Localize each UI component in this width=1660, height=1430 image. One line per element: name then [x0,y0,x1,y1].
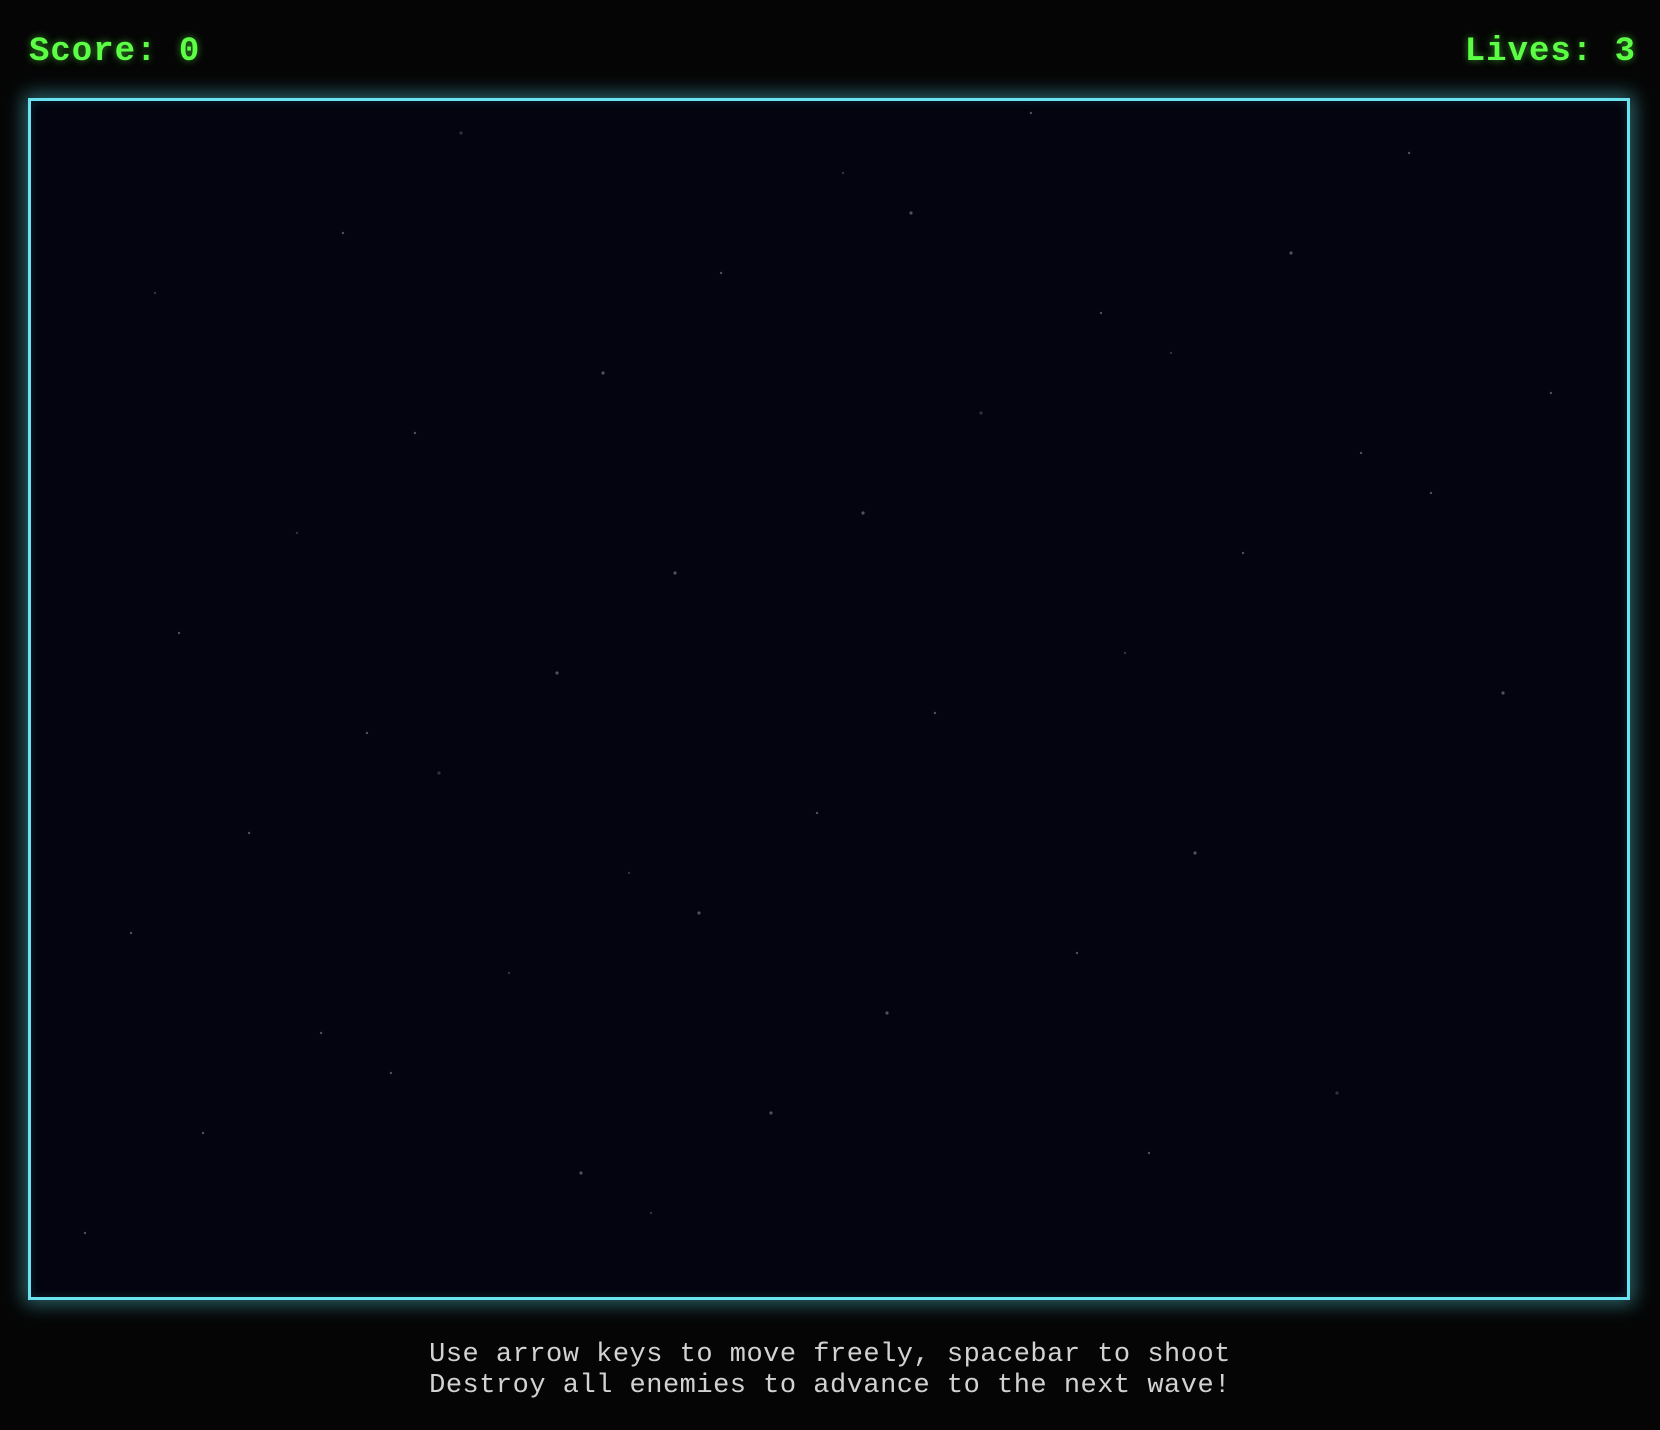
star [579,1171,583,1175]
star [1501,691,1505,695]
star [555,671,559,675]
starfield [83,111,1553,1235]
star [1029,111,1033,115]
star [129,931,133,935]
star [1193,851,1197,855]
star [1289,251,1293,255]
star [365,731,369,735]
star [1075,951,1079,955]
star [979,411,983,415]
star [697,911,701,915]
instructions: Use arrow keys to move freely, spacebar … [0,1340,1660,1402]
star [1169,351,1173,355]
star [1359,451,1363,455]
star [909,211,913,215]
star [1099,311,1103,315]
star [815,811,819,815]
instruction-line-goal: Destroy all enemies to advance to the ne… [429,1371,1231,1401]
star [1407,151,1411,155]
star [389,1071,393,1075]
star [1241,551,1245,555]
star [295,531,299,535]
star [153,291,157,295]
star [83,1231,87,1235]
star [601,371,605,375]
star [507,971,511,975]
star [885,1011,889,1015]
star [1429,491,1433,495]
star [177,631,181,635]
hud-bar: Score: 0 Lives: 3 [0,0,1660,100]
star [1123,651,1127,655]
star [1147,1151,1151,1155]
star [769,1111,773,1115]
instruction-line-controls: Use arrow keys to move freely, spacebar … [429,1340,1231,1370]
star [719,271,723,275]
star [319,1031,323,1035]
star [413,431,417,435]
star [673,571,677,575]
lives-display: Lives: 3 [1464,33,1636,71]
star [437,771,441,775]
star [247,831,251,835]
star [627,871,631,875]
star [933,711,937,715]
star [459,131,463,135]
star [341,231,345,235]
star [1549,391,1553,395]
game-canvas[interactable] [28,98,1630,1300]
star [841,171,845,175]
star [201,1131,205,1135]
star [861,511,865,515]
star [1335,1091,1339,1095]
star [649,1211,653,1215]
score-display: Score: 0 [29,33,201,71]
